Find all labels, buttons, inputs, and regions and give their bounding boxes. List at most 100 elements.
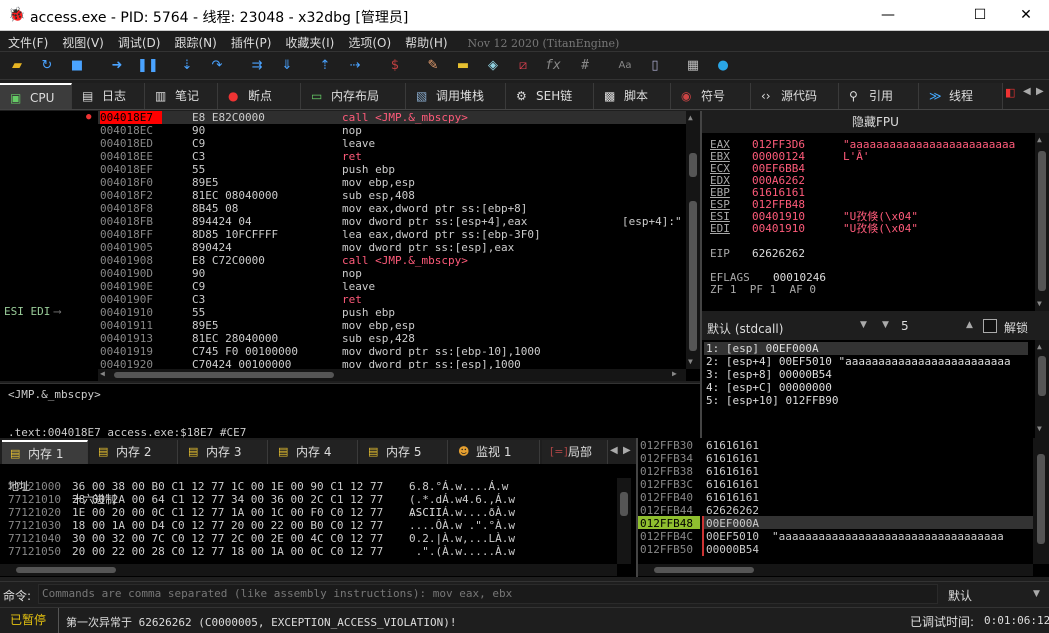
execute-till-return-icon[interactable]: ⇡ [315,56,335,76]
scylla-icon[interactable]: $ [385,56,405,76]
disasm-row[interactable]: 00401911 89E5 mov ebp,esp [98,319,686,332]
args-scroll-down-icon[interactable]: ▼ [1037,424,1042,433]
scroll-up-icon[interactable]: ▲ [688,113,693,122]
stack-row[interactable]: 012FFB44 62626262 [638,504,1033,517]
stepper-down-icon[interactable]: ▼ [882,320,889,330]
eip-register[interactable]: EIP 62626262 [710,248,805,260]
disasm-row[interactable]: 0040190D 90 nop [98,267,686,280]
tab-breakpoints[interactable]: ● 断点 [218,83,301,109]
function-icon[interactable]: fx [543,56,563,76]
globe-icon[interactable]: ● [713,56,733,76]
scroll-left-icon[interactable]: ◀ [100,369,105,378]
attach-icon[interactable]: ▯ [645,56,665,76]
stepper-up-icon[interactable]: ▲ [966,320,973,330]
disasm-row[interactable]: 004018F0 89E5 mov ebp,esp [98,176,686,189]
dump-vscrollbar[interactable] [617,478,631,564]
menu-options[interactable]: 选项(O) [340,31,397,51]
tab-scroll-icon[interactable]: ◧ [1005,86,1015,99]
argument-row[interactable]: 2: [esp+4] 00EF5010 "aaaaaaaaaaaaaaaaaaa… [706,356,1011,368]
disasm-row[interactable]: 004018F2 81EC 08040000 sub esp,408 [98,189,686,202]
command-mode-chevron-icon[interactable]: ▼ [1033,589,1040,599]
tab-dump-5[interactable]: ▤ 内存 5 [360,440,448,464]
run-to-user-code-icon[interactable]: ⇢ [345,56,365,76]
open-icon[interactable]: ▰ [7,56,27,76]
dump-hscroll-thumb[interactable] [16,567,116,573]
register-edi[interactable]: EDI 00401910 "U孜倏(\x04" [710,223,918,235]
run-icon[interactable]: ➜ [107,56,127,76]
menu-view[interactable]: 视图(V) [54,31,110,51]
disasm-row[interactable]: 004018F8 8B45 08 mov eax,dword ptr ss:[ebp… [98,202,686,215]
arguments-vscroll-thumb[interactable] [1038,356,1046,396]
disasm-row[interactable]: 004018EE C3 ret [98,150,686,163]
reg-scroll-down-icon[interactable]: ▼ [1037,299,1042,308]
command-mode-select[interactable]: 默认 [948,587,972,604]
disasm-row[interactable]: 0040190F C3 ret [98,293,686,306]
tab-symbols[interactable]: ◉ 符号 [671,83,751,109]
stack-row[interactable]: 012FFB3C 61616161 [638,478,1033,491]
stack-row[interactable]: 012FFB40 61616161 [638,491,1033,504]
tab-script[interactable]: ▩ 脚本 [594,83,671,109]
maximize-button[interactable]: ☐ [957,0,1003,31]
registers-panel[interactable]: 隐藏FPU EAX 012FF3D6 "aaaaaaaaaaaaaaaaaaaaaa… [702,111,1049,311]
disasm-vscroll-thumb[interactable] [689,153,697,177]
disasm-hscroll-thumb[interactable] [114,372,334,378]
dump-tab-right-icon[interactable]: ▶ [623,445,631,456]
font-icon[interactable]: Aa [615,56,635,76]
menu-plugins[interactable]: 插件(P) [223,31,278,51]
step-over-icon[interactable]: ↷ [207,56,227,76]
dump-hscrollbar[interactable] [0,564,617,576]
stack-row[interactable]: 012FFB50 00000B54 [638,543,1033,556]
disasm-row[interactable]: 00401905 890424 mov dword ptr ss:[esp],eax [98,241,686,254]
disasm-row[interactable]: 00401908 E8 C72C0000 call <JMP.&_mbscpy> [98,254,686,267]
stack-vscroll-thumb[interactable] [1037,454,1045,544]
menu-trace[interactable]: 跟踪(N) [166,31,222,51]
argument-row[interactable]: 5: [esp+10] 012FFB90 [706,395,838,407]
chevron-down-icon[interactable]: ▼ [860,320,867,330]
tab-references[interactable]: ⚲ 引用 [839,83,919,109]
scroll-down-icon[interactable]: ▼ [688,357,693,366]
argument-row[interactable]: 4: [esp+C] 00000000 [706,382,832,394]
stack-row[interactable]: 012FFB4C 00EF5010 "aaaaaaaaaaaaaaaaaaaaaaa… [638,530,1033,543]
stack-vscrollbar[interactable] [1033,438,1049,564]
disasm-vscroll-track[interactable] [689,201,697,351]
hash-icon[interactable]: # [575,56,595,76]
argument-count-input[interactable]: 5 [901,319,909,333]
tab-cpu[interactable]: ▣ CPU [0,83,72,109]
dump-tab-left-icon[interactable]: ◀ [610,445,618,456]
disasm-row[interactable]: 004018E7 E8 E82C0000 call <JMP.&_mbscpy> [98,111,686,124]
tab-call-stack[interactable]: ▧ 调用堆栈 [406,83,506,109]
reg-scroll-up-icon[interactable]: ▲ [1037,135,1042,144]
tab-log[interactable]: ▤ 日志 [72,83,145,109]
flags-line[interactable]: ZF 1 PF 1 AF 0 [710,284,816,296]
disassembly-view[interactable]: ● ESI EDI ⟶ 004018E7 E8 E82C0000 call <JMP… [0,111,700,381]
trace-over-icon[interactable]: ⇓ [277,56,297,76]
memory-dump-view[interactable]: 地址 十六进制 ASCII 77121000 36 00 38 00 B0 C1 … [0,464,636,577]
label-icon[interactable]: ◈ [483,56,503,76]
arguments-vscrollbar[interactable]: ▲ ▼ [1035,340,1049,438]
disasm-row[interactable]: 00401913 81EC 28040000 sub esp,428 [98,332,686,345]
disasm-row[interactable]: 004018FB 894424 04 mov dword ptr ss:[esp+4… [98,215,686,228]
step-into-icon[interactable]: ⇣ [177,56,197,76]
tab-threads[interactable]: ≫ 线程 [919,83,1003,109]
registers-vscroll-thumb[interactable] [1038,151,1046,291]
tab-seh[interactable]: ⚙ SEH链 [506,83,594,109]
hide-fpu-button[interactable]: 隐藏FPU [702,111,1049,133]
args-scroll-up-icon[interactable]: ▲ [1037,342,1042,351]
argument-row[interactable]: 3: [esp+8] 00000B54 [706,369,832,381]
disasm-row[interactable]: 0040190E C9 leave [98,280,686,293]
tab-dump-3[interactable]: ▤ 内存 3 [180,440,268,464]
tab-locals[interactable]: [=] 局部 [542,440,608,464]
disasm-row[interactable]: 00401910 55 push ebp [98,306,686,319]
pause-icon[interactable]: ❚❚ [137,56,159,76]
trace-into-icon[interactable]: ⇉ [247,56,267,76]
arguments-panel[interactable]: 1: [esp] 00EF000A 2: [esp+4] 00EF5010 "aa… [702,340,1049,438]
scroll-right-icon[interactable]: ▶ [672,369,677,378]
stack-row[interactable]: 012FFB38 61616161 [638,465,1033,478]
stack-hscroll-thumb[interactable] [654,567,754,573]
tab-dump-4[interactable]: ▤ 内存 4 [270,440,358,464]
registers-vscrollbar[interactable]: ▲ ▼ [1035,133,1049,311]
argument-row[interactable]: 1: [esp] 00EF000A [706,343,819,355]
minimize-button[interactable]: — [865,0,911,31]
menu-file[interactable]: 文件(F) [0,31,54,51]
close-button[interactable]: ✕ [1003,0,1049,31]
